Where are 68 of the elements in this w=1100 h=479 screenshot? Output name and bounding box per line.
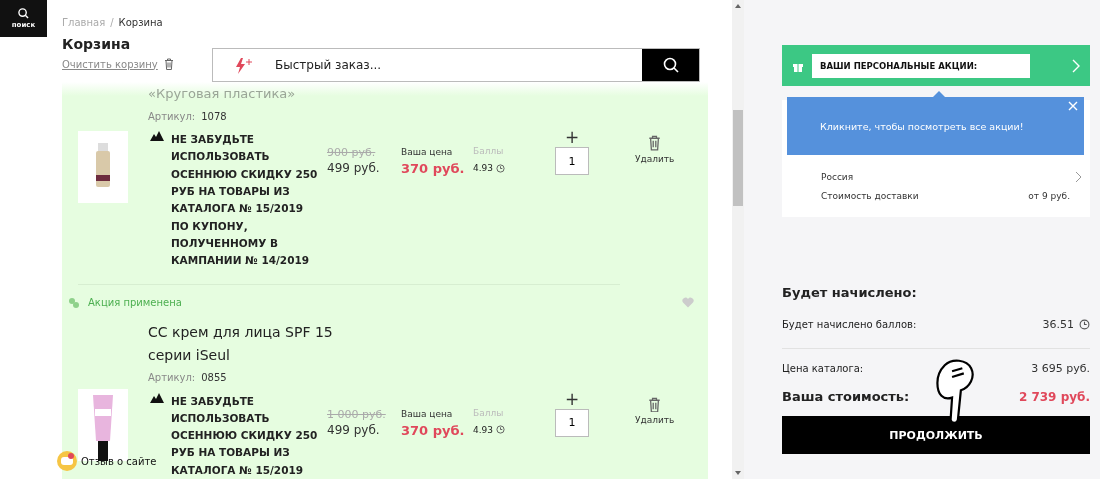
- delivery-cost: от 9 руб.: [1028, 191, 1070, 201]
- breadcrumb-current: Корзина: [118, 17, 163, 30]
- scroll-down-icon[interactable]: [735, 471, 741, 475]
- lightning-icon: [233, 57, 255, 76]
- catalog-price-label: Цена каталога:: [782, 363, 864, 374]
- points-total: 36.51: [1042, 318, 1074, 331]
- promo-text: НЕ ЗАБУДЬТЕ ИСПОЛЬЗОВАТЬ ОСЕННЮЮ СКИДКУ 250 РУБ НА ТОВАРЫ ИЗ КАТАЛОГА № 15/2019 ПО КУПОНУ, ПОЛУЧЕННОМУ В КАМПАНИИ № 14/2019: [171, 132, 319, 269]
- quantity-field[interactable]: 1: [555, 408, 589, 437]
- price: 499 руб.: [327, 422, 381, 437]
- points-label: Баллы: [473, 146, 505, 157]
- old-price: 900 руб.: [327, 146, 377, 160]
- trash-icon: [648, 396, 662, 413]
- your-price: 370 руб.: [401, 161, 466, 177]
- mountain-icon: [150, 131, 164, 142]
- your-price-label: Ваша цена: [401, 147, 454, 158]
- search-submit-button[interactable]: [642, 49, 699, 82]
- your-price-label: Ваша цена: [401, 408, 454, 419]
- close-icon: [1068, 101, 1078, 111]
- country: Россия: [821, 172, 854, 182]
- points-value: 4.93: [473, 424, 494, 435]
- points-icon: [496, 163, 506, 173]
- points-label: Баллы: [473, 407, 505, 418]
- tooltip-text: Кликните, чтобы посмотреть все акции!: [820, 120, 1024, 132]
- mountain-icon: [150, 392, 164, 403]
- catalog-price: 3 695 руб.: [1031, 362, 1090, 375]
- total-price: 2 739 руб.: [1018, 389, 1090, 404]
- points-icon: [496, 425, 506, 434]
- your-price: 370 руб.: [401, 422, 466, 438]
- delete-button[interactable]: Удалить: [629, 127, 681, 165]
- search-icon: [662, 57, 679, 74]
- total-label: Ваша стоимость:: [782, 389, 910, 404]
- trash-icon: [163, 58, 174, 71]
- article-label: Артикул:: [148, 110, 196, 122]
- increase-button[interactable]: +: [564, 388, 580, 409]
- cart-title: Корзина: [62, 36, 132, 53]
- clear-cart-link[interactable]: Очистить корзину: [62, 58, 158, 70]
- bottle-image: [96, 143, 110, 188]
- scroll-up-icon[interactable]: [735, 4, 741, 8]
- old-price: 1 000 руб.: [327, 407, 387, 421]
- promo-applied-text: Акция применена: [88, 297, 182, 308]
- product-name: серии iSeul: [147, 345, 231, 365]
- delivery-cost-label: Стоимость доставки: [821, 191, 919, 201]
- delete-button[interactable]: Удалить: [629, 388, 681, 427]
- article-number: 1078: [201, 110, 227, 122]
- points-value: 4.93: [473, 163, 494, 174]
- article-label: Артикул:: [148, 372, 196, 383]
- quick-order-bar[interactable]: Быстрый заказ...: [212, 48, 700, 83]
- promo-banner[interactable]: ВАШИ ПЕРСОНАЛЬНЫЕ АКЦИИ:: [782, 45, 1090, 86]
- increase-button[interactable]: +: [564, 127, 580, 148]
- chevron-right-icon: [1075, 171, 1082, 183]
- scrollbar-thumb[interactable]: [733, 110, 743, 206]
- chevron-right-icon: [1072, 58, 1080, 73]
- search-icon: [18, 8, 29, 19]
- price: 499 руб.: [327, 161, 381, 176]
- trash-icon: [648, 135, 662, 151]
- points-label: Будет начислено баллов:: [782, 319, 917, 330]
- quantity-field[interactable]: 1: [555, 147, 589, 176]
- article-number: 0855: [201, 372, 227, 383]
- breadcrumb-separator: /: [110, 17, 114, 30]
- product-name: CC крем для лица SPF 15: [147, 322, 334, 342]
- close-button[interactable]: [1068, 101, 1078, 111]
- coupon-icon: [68, 296, 80, 309]
- promo-text: НЕ ЗАБУДЬТЕ ИСПОЛЬЗОВАТЬ ОСЕННЮЮ СКИДКУ 250 РУБ НА ТОВАРЫ ИЗ КАТАЛОГА № 15/2019: [171, 393, 319, 478]
- continue-button[interactable]: ПРОДОЛЖИТЬ: [782, 416, 1090, 454]
- product-name: «Круговая пластика»: [147, 85, 297, 104]
- points-icon: [1079, 319, 1090, 330]
- accrual-heading: Будет начислено:: [782, 285, 918, 300]
- promo-banner-label: ВАШИ ПЕРСОНАЛЬНЫЕ АКЦИИ:: [812, 53, 1030, 78]
